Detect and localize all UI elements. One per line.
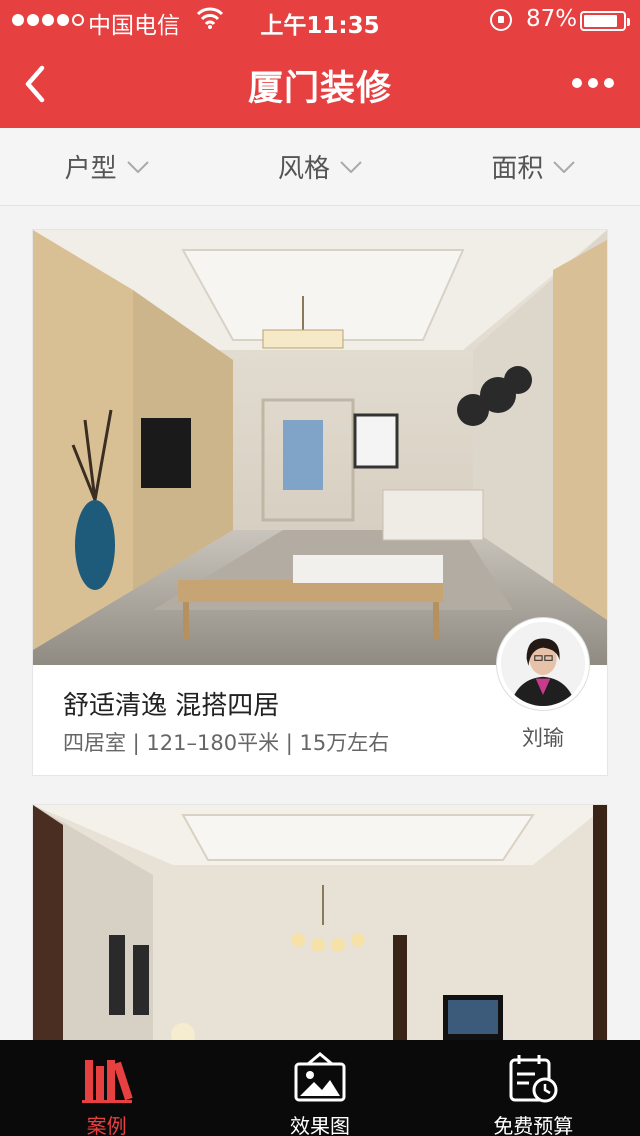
books-icon (81, 1060, 133, 1103)
filter-layout-dropdown[interactable]: 户型 (0, 128, 213, 205)
status-bar: 中国电信 上午11:35 87% (0, 0, 640, 40)
tab-free-budget[interactable]: 免费预算 (427, 1040, 640, 1136)
tab-label: 案例 (86, 1114, 127, 1136)
calendar-clock-icon (509, 1055, 558, 1103)
designer-name[interactable]: 刘瑜 (493, 722, 593, 752)
top-bar: 中国电信 上午11:35 87% 厦门装修 (0, 0, 640, 128)
more-dot-icon (572, 78, 582, 88)
tab-renderings[interactable]: 效果图 (213, 1040, 426, 1136)
tab-cases[interactable]: 案例 (0, 1040, 213, 1136)
filter-label: 面积 (491, 154, 544, 184)
designer-avatar[interactable] (497, 618, 589, 710)
case-photo-living-room[interactable] (33, 230, 607, 665)
image-icon (294, 1052, 346, 1102)
page-title: 厦门装修 (247, 69, 392, 109)
battery-icon (580, 11, 630, 31)
more-options-button[interactable] (560, 62, 626, 104)
case-photo-living-room[interactable] (33, 805, 607, 1064)
case-card[interactable]: 舒适清逸 混搭四居 四居室 | 121–180平米 | 15万左右 刘瑜 (32, 229, 608, 776)
filter-area-dropdown[interactable]: 面积 (427, 128, 640, 205)
chevron-down-icon (553, 160, 576, 173)
tab-label: 效果图 (289, 1114, 350, 1136)
filter-style-dropdown[interactable]: 风格 (213, 128, 426, 205)
chevron-down-icon (126, 160, 149, 173)
tab-label: 免费预算 (493, 1114, 574, 1136)
more-dot-icon (588, 78, 598, 88)
battery-fill (584, 15, 617, 27)
case-card[interactable] (32, 804, 608, 1064)
filter-label: 户型 (64, 154, 117, 184)
more-dot-icon (604, 78, 614, 88)
battery-percent: 87% (526, 6, 578, 32)
case-title: 舒适清逸 混搭四居 (63, 691, 280, 721)
bottom-tab-bar: 案例 效果图 免费预算 (0, 1040, 640, 1136)
filter-bar: 户型 风格 面积 (0, 128, 640, 206)
rotation-lock-icon (490, 9, 512, 31)
filter-label: 风格 (277, 154, 330, 184)
chevron-down-icon (340, 160, 362, 173)
case-meta: 四居室 | 121–180平米 | 15万左右 (63, 731, 390, 755)
